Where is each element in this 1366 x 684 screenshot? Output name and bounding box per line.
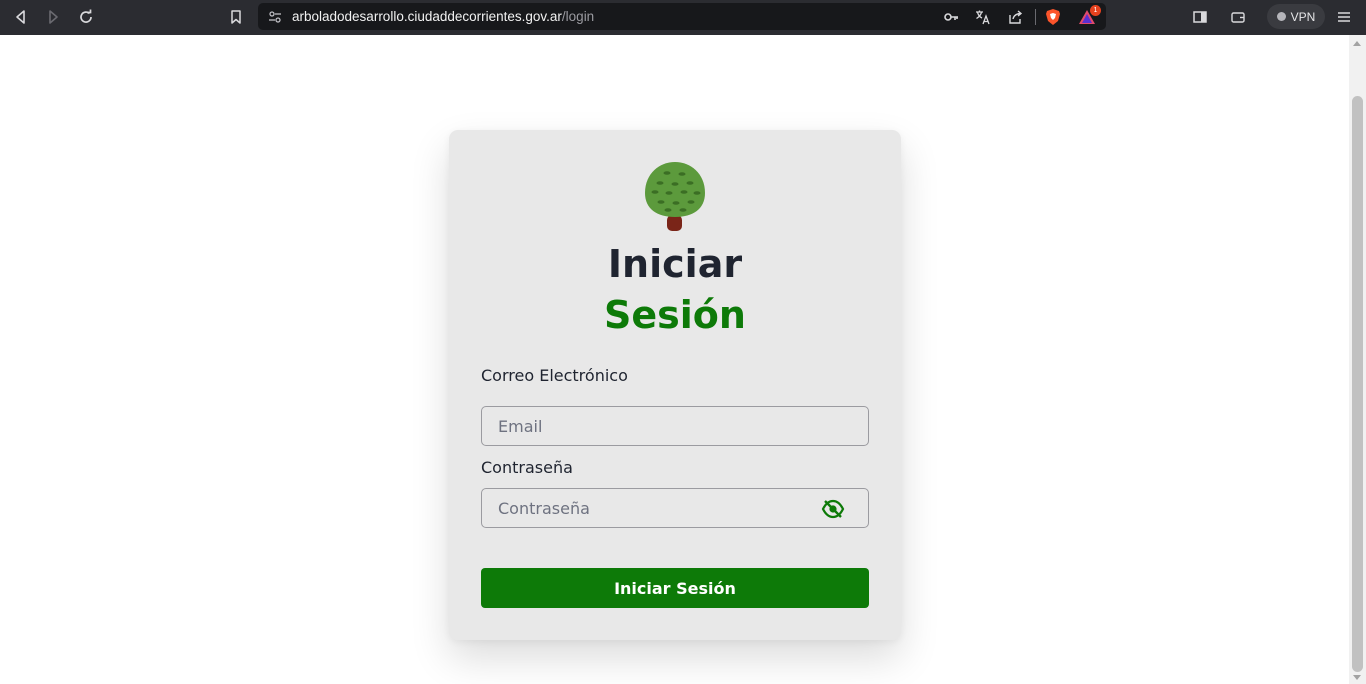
address-bar[interactable]: arboladodesarrollo.ciudaddecorrientes.go… [258, 3, 1106, 30]
bookmark-icon [231, 10, 241, 24]
password-field[interactable] [482, 489, 868, 527]
scrollbar-thumb[interactable] [1352, 96, 1363, 672]
login-submit-button[interactable]: Iniciar Sesión [481, 568, 869, 608]
main-menu-button[interactable] [1332, 5, 1356, 29]
scroll-down-arrow[interactable] [1353, 675, 1361, 680]
share-icon[interactable] [1006, 8, 1024, 26]
url-domain: arboladodesarrollo.ciudaddecorrientes.go… [292, 9, 562, 24]
sidebar-toggle-button[interactable] [1188, 5, 1212, 29]
brave-shield-icon[interactable] [1044, 8, 1062, 26]
login-card: Iniciar Sesión Correo Electrónico Contra… [449, 130, 901, 640]
tree-icon [645, 162, 705, 231]
wallet-button[interactable] [1226, 5, 1250, 29]
wallet-icon [1231, 12, 1245, 23]
key-icon[interactable] [942, 8, 960, 26]
url-text[interactable]: arboladodesarrollo.ciudaddecorrientes.go… [292, 9, 594, 24]
notification-badge: 1 [1090, 5, 1101, 16]
browser-toolbar: arboladodesarrollo.ciudaddecorrientes.go… [0, 0, 1366, 35]
email-label: Correo Electrónico [481, 366, 628, 385]
reload-button[interactable] [74, 5, 98, 29]
toolbar-divider [1035, 9, 1036, 25]
bookmark-button[interactable] [224, 5, 248, 29]
password-field-box [481, 488, 869, 528]
sidebar-icon [1193, 11, 1207, 23]
translate-icon[interactable] [974, 8, 992, 26]
forward-button[interactable] [41, 5, 65, 29]
reload-icon [80, 9, 92, 23]
vpn-label: VPN [1290, 9, 1316, 24]
email-field[interactable] [482, 407, 868, 445]
back-icon [16, 10, 25, 24]
page-title-line2: Sesión [604, 293, 746, 337]
forward-icon [49, 10, 58, 24]
site-info-icon[interactable] [266, 8, 284, 26]
vpn-status-icon [1276, 12, 1286, 21]
back-button[interactable] [9, 5, 33, 29]
url-path: /login [561, 9, 595, 24]
page-title-line1: Iniciar [607, 242, 743, 286]
eye-off-icon [821, 499, 845, 519]
brave-rewards-icon[interactable]: 1 [1078, 5, 1101, 26]
scroll-up-arrow[interactable] [1353, 41, 1361, 46]
vpn-button[interactable]: VPN [1267, 4, 1325, 29]
password-label: Contraseña [481, 458, 573, 477]
email-field-box [481, 406, 869, 446]
menu-icon [1338, 12, 1350, 22]
toggle-password-visibility-button[interactable] [821, 498, 845, 520]
